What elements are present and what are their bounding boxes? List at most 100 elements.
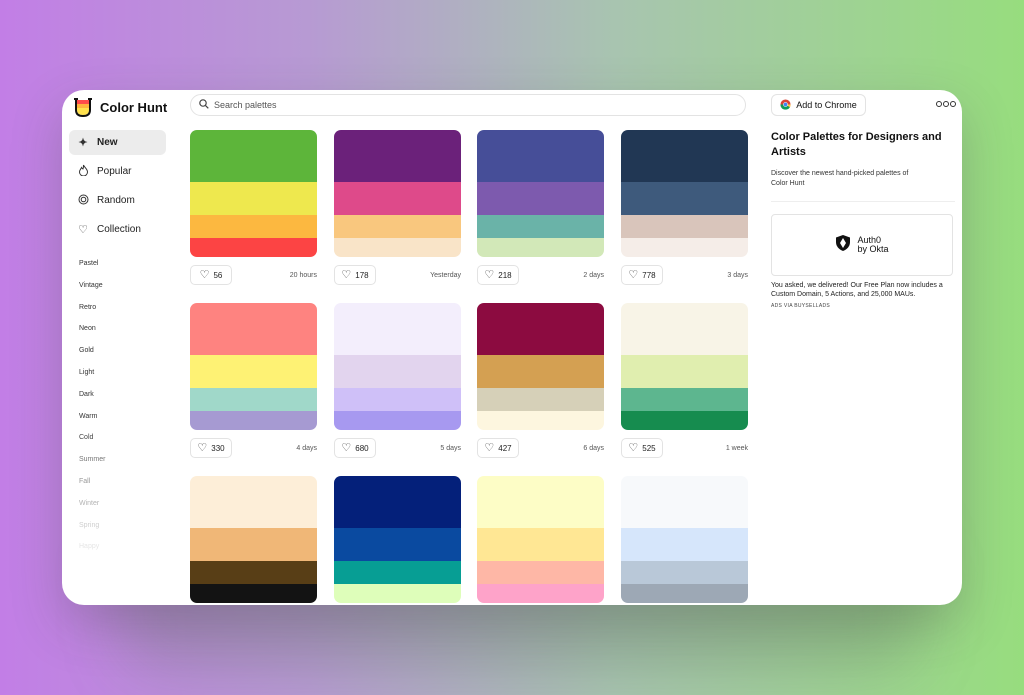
swatch-color[interactable] bbox=[477, 528, 604, 561]
palette-card[interactable] bbox=[621, 476, 748, 603]
palette-swatch[interactable] bbox=[190, 130, 317, 257]
palette-card[interactable] bbox=[190, 476, 317, 603]
sidebar-item-collection[interactable]: ♡ Collection bbox=[69, 217, 166, 242]
palette-swatch[interactable] bbox=[190, 476, 317, 603]
swatch-color[interactable] bbox=[190, 130, 317, 182]
swatch-color[interactable] bbox=[621, 303, 748, 355]
swatch-color[interactable] bbox=[334, 584, 461, 603]
swatch-color[interactable] bbox=[190, 528, 317, 561]
palette-card[interactable]: ♡ 778 3 days bbox=[621, 130, 748, 285]
like-button[interactable]: ♡ 778 bbox=[621, 265, 663, 285]
like-button[interactable]: ♡ 178 bbox=[334, 265, 376, 285]
swatch-color[interactable] bbox=[621, 182, 748, 215]
more-options-icon[interactable] bbox=[935, 98, 956, 110]
swatch-color[interactable] bbox=[477, 303, 604, 355]
like-button[interactable]: ♡ 330 bbox=[190, 438, 232, 458]
add-to-chrome-button[interactable]: Add to Chrome bbox=[771, 94, 866, 116]
like-button[interactable]: ♡ 680 bbox=[334, 438, 376, 458]
palette-swatch[interactable] bbox=[621, 130, 748, 257]
palette-swatch[interactable] bbox=[334, 130, 461, 257]
swatch-color[interactable] bbox=[190, 182, 317, 215]
ad-copy[interactable]: You asked, we delivered! Our Free Plan n… bbox=[771, 281, 955, 299]
swatch-color[interactable] bbox=[334, 561, 461, 584]
tag-link[interactable]: Light bbox=[79, 362, 105, 384]
swatch-color[interactable] bbox=[334, 528, 461, 561]
palette-swatch[interactable] bbox=[190, 303, 317, 430]
swatch-color[interactable] bbox=[190, 303, 317, 355]
palette-card[interactable] bbox=[334, 476, 461, 603]
palette-swatch[interactable] bbox=[477, 303, 604, 430]
like-button[interactable]: ♡ 218 bbox=[477, 265, 519, 285]
sidebar-item-random[interactable]: Random bbox=[69, 188, 166, 213]
swatch-color[interactable] bbox=[190, 411, 317, 430]
tag-link[interactable]: Dark bbox=[79, 384, 105, 406]
swatch-color[interactable] bbox=[621, 561, 748, 584]
palette-swatch[interactable] bbox=[334, 476, 461, 603]
swatch-color[interactable] bbox=[190, 561, 317, 584]
swatch-color[interactable] bbox=[621, 130, 748, 182]
tag-link[interactable]: Cold bbox=[79, 427, 105, 449]
like-button[interactable]: ♡ 525 bbox=[621, 438, 663, 458]
ad-banner[interactable]: Auth0 by Okta bbox=[771, 214, 953, 276]
ad-via-link[interactable]: ADS VIA BUYSELLADS bbox=[771, 303, 955, 309]
palette-card[interactable]: ♡ 330 4 days bbox=[190, 303, 317, 458]
swatch-color[interactable] bbox=[621, 238, 748, 257]
search-input[interactable]: Search palettes bbox=[190, 94, 746, 116]
palette-card[interactable]: ♡ 525 1 week bbox=[621, 303, 748, 458]
swatch-color[interactable] bbox=[621, 355, 748, 388]
tag-link[interactable]: Winter bbox=[79, 493, 105, 515]
palette-card[interactable]: ♡ 680 5 days bbox=[334, 303, 461, 458]
palette-card[interactable]: ♡ 427 6 days bbox=[477, 303, 604, 458]
swatch-color[interactable] bbox=[477, 130, 604, 182]
swatch-color[interactable] bbox=[334, 355, 461, 388]
swatch-color[interactable] bbox=[334, 476, 461, 528]
sidebar-item-new[interactable]: ✦ New bbox=[69, 130, 166, 155]
swatch-color[interactable] bbox=[334, 238, 461, 257]
tag-link[interactable]: Fall bbox=[79, 471, 105, 493]
swatch-color[interactable] bbox=[334, 182, 461, 215]
swatch-color[interactable] bbox=[190, 215, 317, 238]
swatch-color[interactable] bbox=[621, 528, 748, 561]
palette-card[interactable] bbox=[477, 476, 604, 603]
swatch-color[interactable] bbox=[334, 411, 461, 430]
palette-swatch[interactable] bbox=[621, 303, 748, 430]
swatch-color[interactable] bbox=[477, 355, 604, 388]
tag-link[interactable]: Summer bbox=[79, 449, 105, 471]
like-button[interactable]: ♡ 56 bbox=[190, 265, 232, 285]
swatch-color[interactable] bbox=[334, 130, 461, 182]
swatch-color[interactable] bbox=[477, 584, 604, 603]
swatch-color[interactable] bbox=[477, 238, 604, 257]
like-button[interactable]: ♡ 427 bbox=[477, 438, 519, 458]
palette-swatch[interactable] bbox=[621, 476, 748, 603]
tag-link[interactable]: Neon bbox=[79, 318, 105, 340]
tag-link[interactable]: Vintage bbox=[79, 275, 105, 297]
palette-card[interactable]: ♡ 178 Yesterday bbox=[334, 130, 461, 285]
tag-link[interactable]: Spring bbox=[79, 515, 105, 537]
palette-swatch[interactable] bbox=[477, 130, 604, 257]
swatch-color[interactable] bbox=[477, 476, 604, 528]
tag-link[interactable]: Warm bbox=[79, 406, 105, 428]
sidebar-item-popular[interactable]: Popular bbox=[69, 159, 166, 184]
tag-link[interactable]: Retro bbox=[79, 297, 105, 319]
swatch-color[interactable] bbox=[190, 238, 317, 257]
swatch-color[interactable] bbox=[334, 215, 461, 238]
swatch-color[interactable] bbox=[334, 303, 461, 355]
swatch-color[interactable] bbox=[621, 411, 748, 430]
palette-card[interactable]: ♡ 218 2 days bbox=[477, 130, 604, 285]
logo[interactable]: Color Hunt bbox=[74, 97, 167, 118]
swatch-color[interactable] bbox=[190, 355, 317, 388]
swatch-color[interactable] bbox=[477, 182, 604, 215]
swatch-color[interactable] bbox=[190, 584, 317, 603]
swatch-color[interactable] bbox=[477, 215, 604, 238]
swatch-color[interactable] bbox=[190, 388, 317, 411]
swatch-color[interactable] bbox=[334, 388, 461, 411]
tag-link[interactable]: Pastel bbox=[79, 253, 105, 275]
swatch-color[interactable] bbox=[477, 561, 604, 584]
swatch-color[interactable] bbox=[190, 476, 317, 528]
tag-link[interactable]: Gold bbox=[79, 340, 105, 362]
tag-link[interactable]: Happy bbox=[79, 536, 105, 558]
swatch-color[interactable] bbox=[477, 411, 604, 430]
palette-swatch[interactable] bbox=[477, 476, 604, 603]
swatch-color[interactable] bbox=[621, 584, 748, 603]
palette-swatch[interactable] bbox=[334, 303, 461, 430]
